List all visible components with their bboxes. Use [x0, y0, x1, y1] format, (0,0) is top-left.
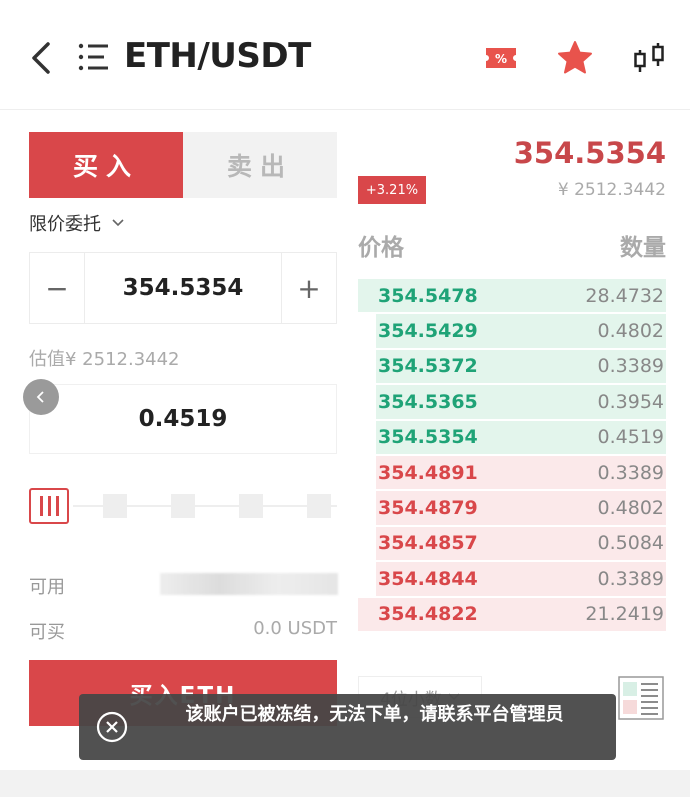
svg-text:%: %: [495, 52, 507, 66]
orderbook-price: 354.4879: [378, 497, 478, 520]
orderbook-row[interactable]: 354.4822 21.2419: [358, 597, 666, 632]
price-input[interactable]: 354.5354: [85, 253, 281, 323]
orderbook-qty: 0.4802: [597, 320, 664, 343]
menu-icon[interactable]: [78, 42, 110, 72]
header: ETH/USDT %: [0, 0, 690, 110]
order-type-select[interactable]: 限价委托: [29, 210, 125, 236]
orderbook-qty: 21.2419: [585, 603, 664, 626]
available-label: 可用: [29, 577, 65, 598]
orderbook-row[interactable]: 354.4891 0.3389: [358, 455, 666, 490]
orderbook-qty: 0.3389: [597, 461, 664, 484]
orderbook-row[interactable]: 354.4857 0.5084: [358, 526, 666, 561]
amount-slider[interactable]: [29, 488, 337, 524]
orderbook-qty: 0.3389: [597, 355, 664, 378]
orderbook-price: 354.5429: [378, 320, 478, 343]
chevron-down-icon: [112, 219, 124, 227]
orderbook-row[interactable]: 354.5365 0.3954: [358, 384, 666, 419]
orderbook-qty: 0.4802: [597, 497, 664, 520]
orderbook-price: 354.4891: [378, 461, 478, 484]
slider-handle[interactable]: [29, 488, 69, 524]
change-badge: +3.21%: [358, 176, 426, 204]
orderbook-price: 354.5478: [378, 284, 478, 307]
star-icon[interactable]: [557, 40, 593, 76]
slider-node-25[interactable]: [103, 494, 127, 518]
available-value-redacted: [160, 573, 338, 595]
orderbook-qty: 0.5084: [597, 532, 664, 555]
orderbook-header: 价格 数量: [358, 228, 666, 262]
orderbook-price: 354.5354: [378, 426, 478, 449]
orderbook: 354.5478 28.4732 354.5429 0.4802 354.5372 0.3…: [358, 278, 666, 632]
orderbook-layout-icon[interactable]: [618, 676, 664, 720]
price-stepper: − 354.5354 +: [29, 252, 337, 324]
orderbook-price: 354.4822: [378, 603, 478, 626]
orderbook-price: 354.4857: [378, 532, 478, 555]
trade-side-tabs: 买入 卖出: [29, 132, 337, 198]
last-price: 354.5354: [513, 136, 666, 170]
orderbook-row[interactable]: 354.4879 0.4802: [358, 490, 666, 525]
chevron-left-icon: [36, 391, 44, 403]
slider-node-50[interactable]: [171, 494, 195, 518]
estimate-value: 估值¥ 2512.3442: [29, 349, 180, 370]
canbuy-value: 0.0 USDT: [253, 618, 337, 639]
percent-tag-icon[interactable]: %: [483, 40, 519, 76]
canbuy-label: 可买: [29, 622, 65, 643]
price-decrease-button[interactable]: −: [30, 253, 85, 323]
orderbook-price: 354.4844: [378, 567, 478, 590]
orderbook-row[interactable]: 354.5478 28.4732: [358, 278, 666, 313]
orderbook-row[interactable]: 354.4844 0.3389: [358, 561, 666, 596]
toast-message: 该账户已被冻结，无法下单，请联系平台管理员: [185, 704, 564, 725]
orderbook-price: 354.5365: [378, 390, 478, 413]
orderbook-qty: 0.3954: [597, 390, 664, 413]
order-type-label: 限价委托: [29, 214, 101, 235]
orderbook-qty: 28.4732: [585, 284, 664, 307]
orderbook-row[interactable]: 354.5354 0.4519: [358, 420, 666, 455]
slider-node-75[interactable]: [239, 494, 263, 518]
back-icon[interactable]: [26, 38, 58, 78]
tab-buy[interactable]: 买入: [29, 132, 183, 198]
price-increase-button[interactable]: +: [281, 253, 336, 323]
orderbook-price: 354.5372: [378, 355, 478, 378]
slider-node-100[interactable]: [307, 494, 331, 518]
price-column-header: 价格: [358, 235, 404, 261]
error-toast: 该账户已被冻结，无法下单，请联系平台管理员: [79, 694, 616, 760]
orderbook-qty: 0.4519: [597, 426, 664, 449]
qty-column-header: 数量: [620, 235, 666, 261]
orderbook-row[interactable]: 354.5372 0.3389: [358, 349, 666, 384]
orderbook-qty: 0.3389: [597, 567, 664, 590]
cny-price: ¥ 2512.3442: [557, 180, 666, 200]
tab-sell[interactable]: 卖出: [183, 132, 337, 198]
pair-title: ETH/USDT: [124, 36, 311, 76]
collapse-arrow-button[interactable]: [23, 379, 59, 415]
candlestick-icon[interactable]: [632, 40, 668, 76]
orderbook-row[interactable]: 354.5429 0.4802: [358, 313, 666, 348]
quantity-input[interactable]: 0.4519: [29, 384, 337, 454]
close-circle-icon: [96, 711, 128, 743]
bottom-bar: [0, 770, 690, 797]
